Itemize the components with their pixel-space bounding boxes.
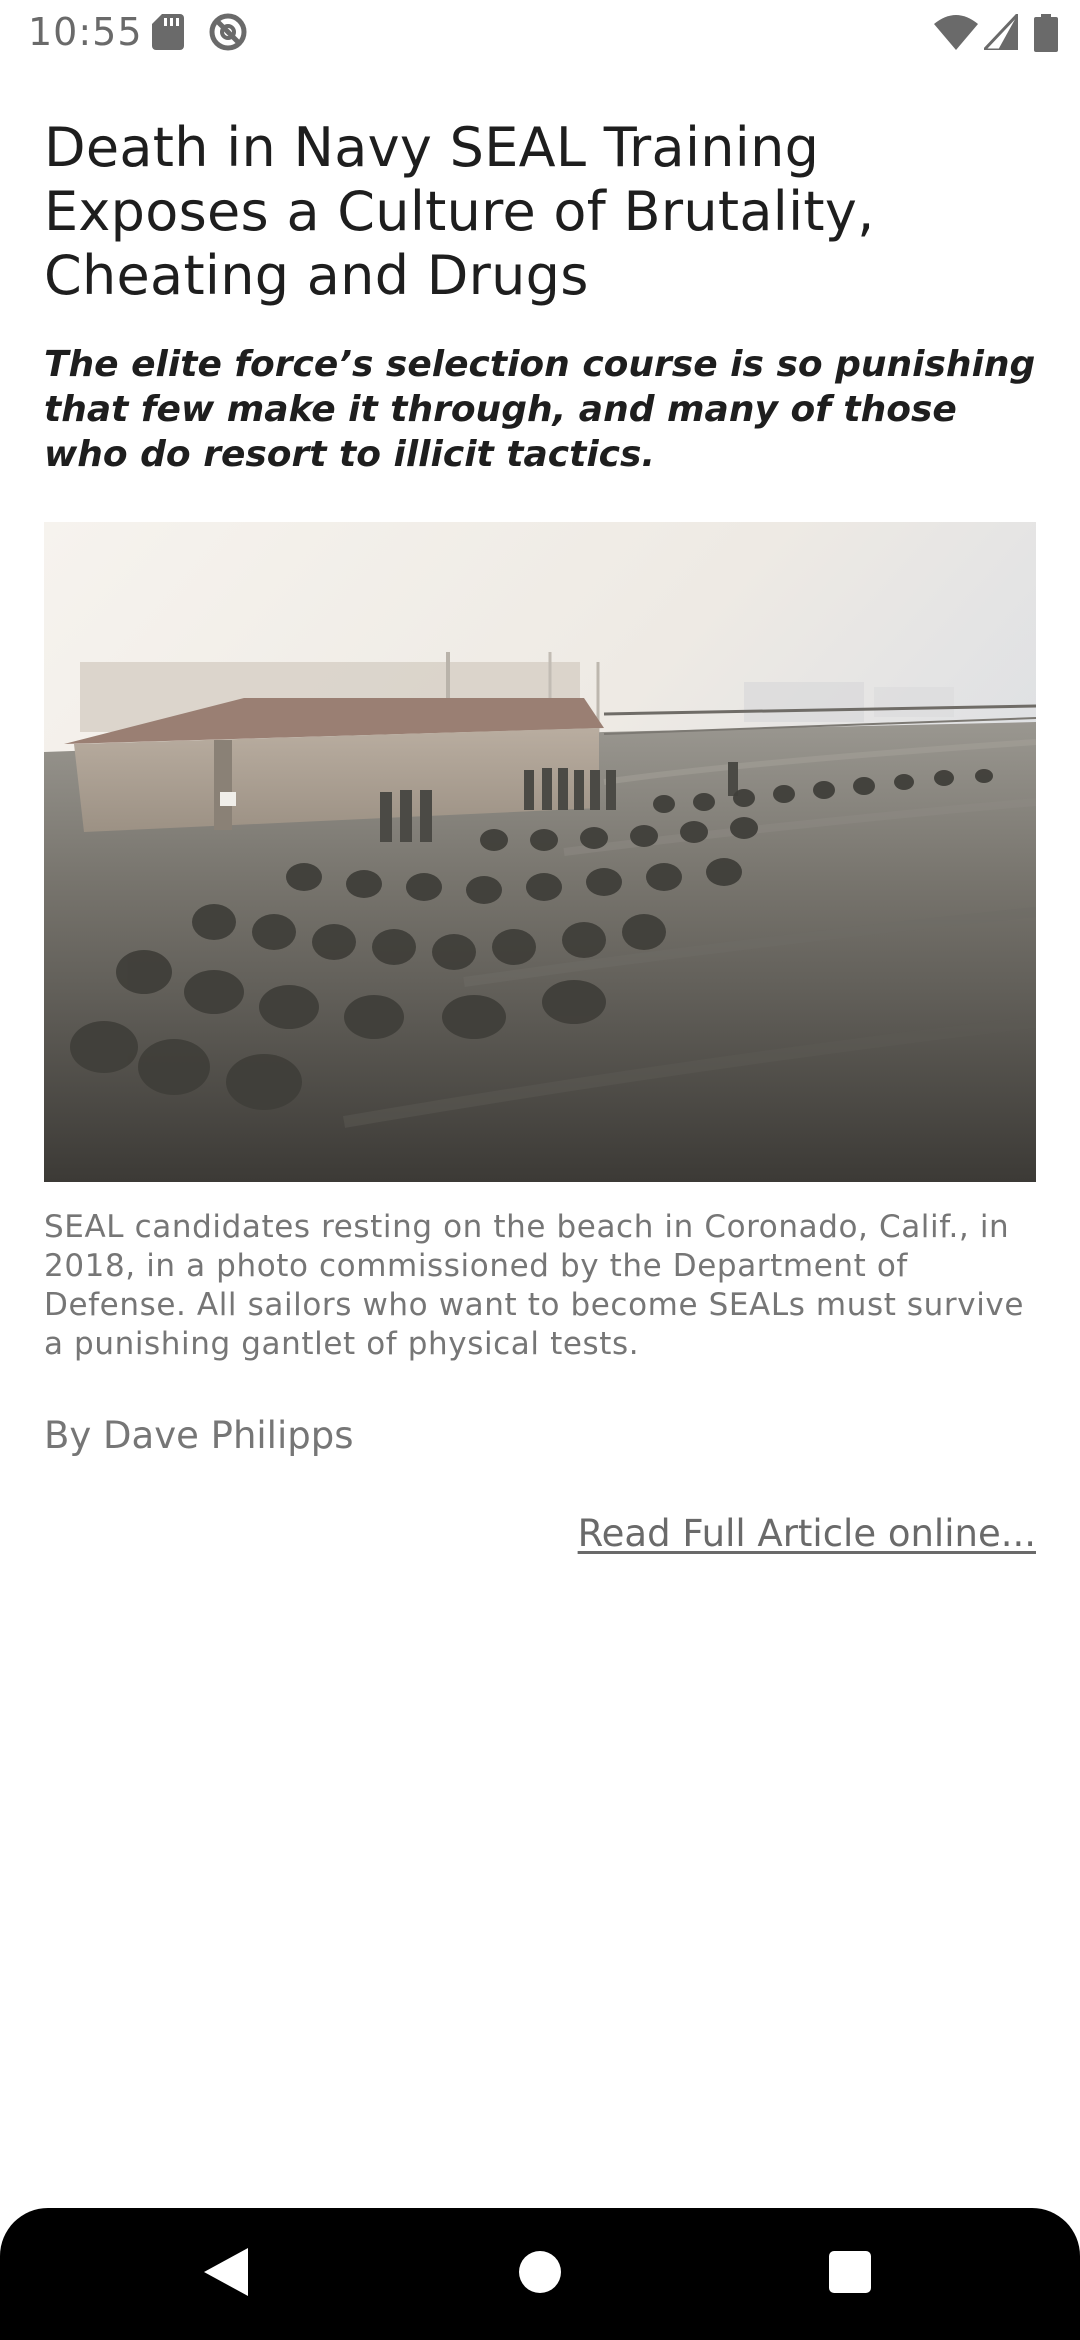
screen: 10:55 Death in Navy SEAL Training Expose… [0, 0, 1080, 2340]
status-time: 10:55 [28, 10, 143, 54]
article-subheadline: The elite force’s selection course is so… [44, 344, 1036, 475]
system-navigation-bar [0, 2208, 1080, 2340]
home-icon[interactable] [519, 2251, 561, 2293]
battery-icon [1034, 14, 1058, 52]
photo-caption: SEAL candidates resting on the beach in … [44, 1209, 1025, 1362]
wifi-icon [934, 15, 978, 50]
article-byline: By Dave Philipps [44, 1414, 354, 1457]
sd-card-icon [152, 14, 184, 50]
back-icon[interactable] [204, 2248, 248, 2296]
read-full-article-link[interactable]: Read Full Article online... [578, 1512, 1036, 1555]
article-header: Death in Navy SEAL Training Exposes a Cu… [44, 116, 1036, 477]
nfc-icon [209, 13, 247, 51]
cell-signal-icon [984, 14, 1018, 50]
article-photo [44, 522, 1036, 1182]
status-bar: 10:55 [0, 0, 1080, 66]
article-headline: Death in Navy SEAL Training Exposes a Cu… [44, 116, 875, 307]
recents-icon[interactable] [829, 2251, 871, 2293]
